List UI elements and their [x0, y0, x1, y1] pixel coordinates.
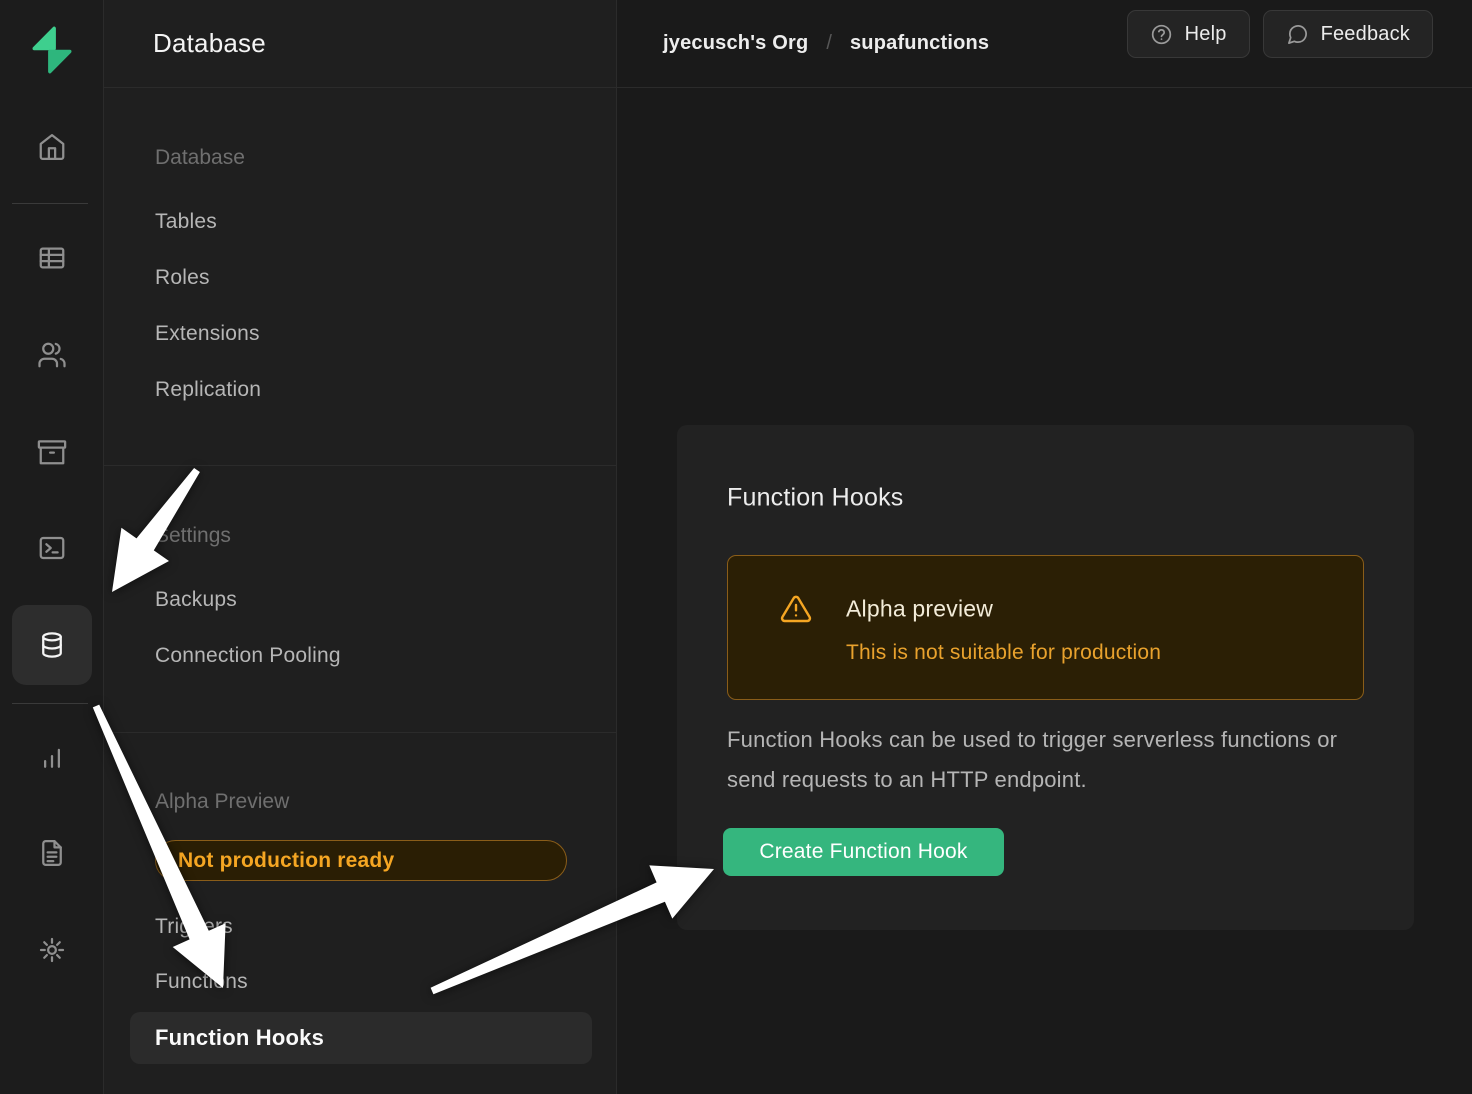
terminal-icon	[37, 533, 67, 563]
main-header: jyecusch's Org / supafunctions Help Feed…	[617, 0, 1472, 88]
help-circle-icon	[1150, 23, 1173, 46]
breadcrumb-org[interactable]: jyecusch's Org	[663, 32, 808, 55]
header-actions: Help Feedback	[1127, 10, 1433, 58]
breadcrumb-separator: /	[826, 32, 832, 55]
sidebar-item-auth[interactable]	[28, 331, 76, 379]
sidebar-title: Database	[153, 28, 266, 59]
sidebar-item-functions[interactable]: Functions	[155, 970, 248, 994]
create-function-hook-button[interactable]: Create Function Hook	[723, 828, 1004, 876]
home-icon	[37, 132, 67, 162]
sidebar-item-function-hooks[interactable]: Function Hooks	[130, 1012, 592, 1064]
file-text-icon	[37, 838, 67, 868]
sidebar-item-storage[interactable]	[28, 428, 76, 476]
sidebar-item-label: Function Hooks	[155, 1025, 324, 1051]
database-sidebar: Database Database Tables Roles Extension…	[104, 0, 617, 1094]
archive-icon	[37, 437, 67, 467]
alert-subtitle: This is not suitable for production	[846, 641, 1161, 665]
sidebar-item-reports[interactable]	[28, 734, 76, 782]
sidebar-item-extensions[interactable]: Extensions	[155, 322, 260, 346]
help-label: Help	[1185, 23, 1227, 46]
sidebar-item-triggers[interactable]: Triggers	[155, 915, 233, 939]
section-header-alpha-preview: Alpha Preview	[155, 790, 289, 814]
function-hooks-description: Function Hooks can be used to trigger se…	[727, 720, 1352, 800]
sidebar-header: Database	[104, 0, 616, 88]
breadcrumb: jyecusch's Org / supafunctions	[663, 32, 989, 55]
sidebar-item-logs[interactable]	[28, 829, 76, 877]
sidebar-item-connection-pooling[interactable]: Connection Pooling	[155, 644, 341, 668]
icon-rail	[0, 0, 104, 1094]
sidebar-item-settings[interactable]	[28, 926, 76, 974]
sidebar-item-replication[interactable]: Replication	[155, 378, 261, 402]
chat-bubble-icon	[1286, 23, 1309, 46]
warning-triangle-icon	[780, 593, 812, 625]
help-button[interactable]: Help	[1127, 10, 1250, 58]
not-production-ready-badge: Not production ready	[155, 840, 567, 881]
alpha-preview-alert: Alpha preview This is not suitable for p…	[727, 555, 1364, 700]
supabase-bolt-icon	[26, 24, 78, 76]
feedback-button[interactable]: Feedback	[1263, 10, 1433, 58]
section-header-database: Database	[155, 146, 245, 170]
table-icon	[37, 243, 67, 273]
users-icon	[37, 340, 67, 370]
create-function-hook-label: Create Function Hook	[759, 840, 967, 864]
sidebar-item-roles[interactable]: Roles	[155, 266, 210, 290]
function-hooks-card: Function Hooks Alpha preview This is not…	[677, 425, 1414, 930]
bar-chart-icon	[37, 743, 67, 773]
supabase-logo[interactable]	[26, 24, 78, 76]
sidebar-divider	[104, 465, 616, 466]
sidebar-item-sql[interactable]	[28, 524, 76, 572]
feedback-label: Feedback	[1321, 23, 1410, 46]
sidebar-item-home[interactable]	[28, 123, 76, 171]
section-header-settings: Settings	[155, 524, 231, 548]
database-icon	[37, 630, 67, 660]
rail-divider	[12, 703, 88, 704]
alert-title: Alpha preview	[846, 596, 993, 623]
rail-divider	[12, 203, 88, 204]
sidebar-item-tables[interactable]: Tables	[155, 210, 217, 234]
sidebar-item-table-editor[interactable]	[28, 234, 76, 282]
breadcrumb-project[interactable]: supafunctions	[850, 32, 989, 55]
sidebar-item-backups[interactable]: Backups	[155, 588, 237, 612]
sidebar-divider	[104, 732, 616, 733]
page-title: Function Hooks	[727, 484, 904, 513]
sidebar-item-database[interactable]	[12, 605, 92, 685]
main-area: jyecusch's Org / supafunctions Help Feed…	[617, 0, 1472, 1094]
gear-icon	[37, 935, 67, 965]
